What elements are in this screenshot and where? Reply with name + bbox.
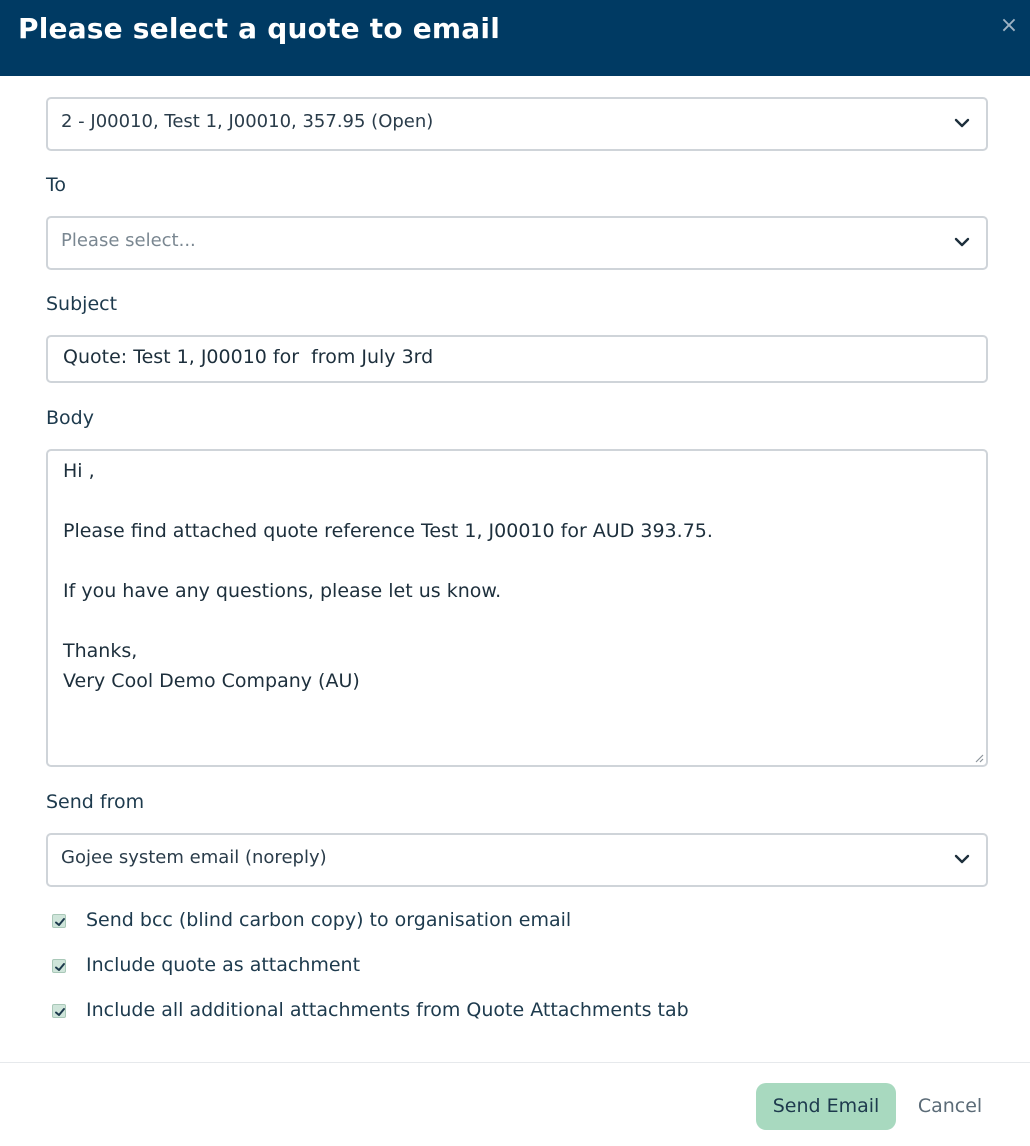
include-quote-checkbox[interactable] [52, 959, 66, 973]
subject-input-value: Quote: Test 1, J00010 for from July 3rd [63, 346, 434, 368]
to-select[interactable]: Please select... [46, 216, 988, 270]
send-from-select[interactable]: Gojee system email (noreply) [46, 833, 988, 887]
cancel-button[interactable]: Cancel [912, 1083, 988, 1130]
footer-divider [0, 1062, 1030, 1063]
body-textarea[interactable]: Hi , Please find attached quote referenc… [46, 449, 988, 767]
body-line: Very Cool Demo Company (AU) [63, 670, 360, 692]
body-line: Hi , [63, 460, 95, 482]
body-line: Please find attached quote reference Tes… [63, 520, 713, 542]
checkmark-icon [55, 963, 65, 971]
subject-input[interactable]: Quote: Test 1, J00010 for from July 3rd [46, 335, 988, 383]
send-email-button[interactable]: Send Email [756, 1083, 896, 1130]
close-icon[interactable]: × [998, 12, 1020, 40]
send-from-select-value: Gojee system email (noreply) [61, 847, 327, 868]
checkmark-icon [55, 1008, 65, 1016]
chevron-down-icon [954, 237, 970, 247]
body-label: Body [46, 407, 94, 429]
send-from-label: Send from [46, 791, 145, 813]
body-line: Thanks, [63, 640, 138, 662]
chevron-down-icon [954, 118, 970, 128]
resize-grip-icon[interactable] [974, 753, 984, 763]
include-quote-checkbox-label: Include quote as attachment [86, 954, 361, 976]
dialog-header: Please select a quote to email × [0, 0, 1030, 76]
body-line: If you have any questions, please let us… [63, 580, 502, 602]
to-select-placeholder: Please select... [61, 230, 196, 251]
quote-select[interactable]: 2 - J00010, Test 1, J00010, 357.95 (Open… [46, 97, 988, 151]
include-attachments-checkbox-label: Include all additional attachments from … [86, 999, 689, 1021]
subject-label: Subject [46, 293, 118, 315]
bcc-checkbox-label: Send bcc (blind carbon copy) to organisa… [86, 909, 572, 931]
bcc-checkbox[interactable] [52, 914, 66, 928]
quote-select-value: 2 - J00010, Test 1, J00010, 357.95 (Open… [61, 111, 434, 132]
to-label: To [46, 174, 67, 196]
chevron-down-icon [954, 854, 970, 864]
checkmark-icon [55, 918, 65, 926]
include-attachments-checkbox[interactable] [52, 1004, 66, 1018]
email-quote-dialog: Please select a quote to email × 2 - J00… [0, 0, 1030, 1146]
dialog-title: Please select a quote to email [18, 12, 500, 45]
